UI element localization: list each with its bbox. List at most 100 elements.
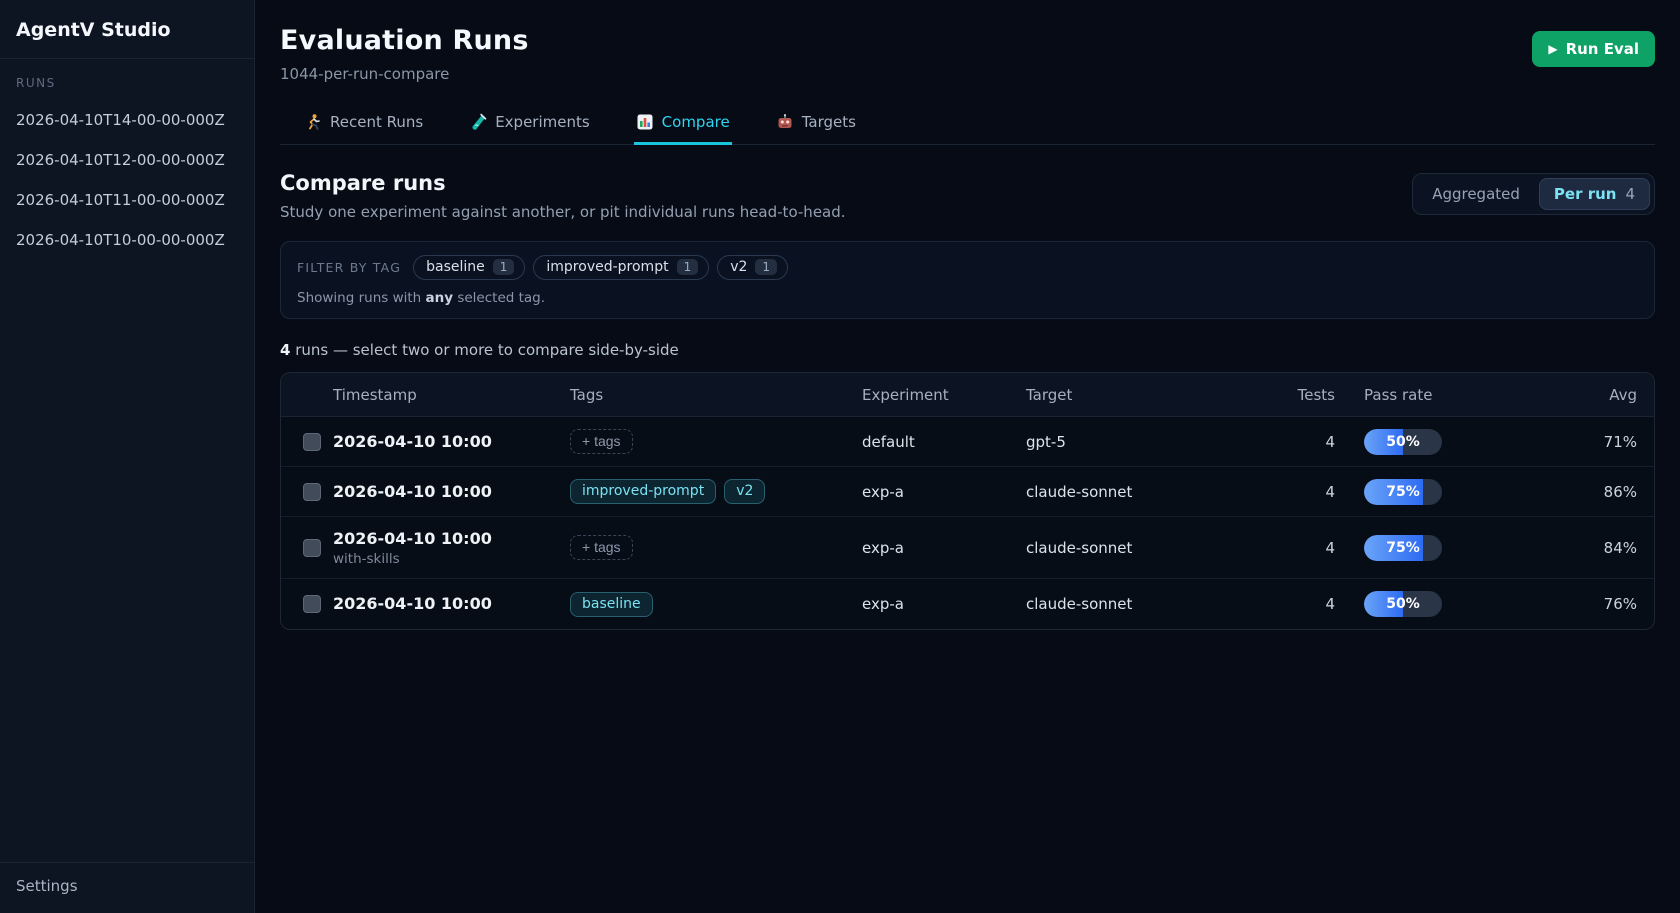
sidebar-run-item[interactable]: 2026-04-10T10-00-00-000Z <box>0 224 254 256</box>
sidebar-run-item[interactable]: 2026-04-10T12-00-00-000Z <box>0 144 254 176</box>
tests-cell: 4 <box>1251 529 1335 567</box>
tab-targets[interactable]: Targets <box>774 107 858 145</box>
pass-rate-value: 50% <box>1364 591 1442 617</box>
timestamp-cell: 2026-04-10 10:00 <box>333 584 570 624</box>
add-tags-button[interactable]: + tags <box>570 535 633 560</box>
filter-showing-note: Showing runs with any selected tag. <box>297 290 1638 306</box>
experiment-cell: exp-a <box>862 473 1026 511</box>
page-header: Evaluation Runs 1044-per-run-compare ▶ R… <box>280 25 1655 83</box>
table-row[interactable]: 2026-04-10 10:00baseline exp-aclaude-sonn… <box>281 579 1654 629</box>
row-checkbox-cell <box>281 423 333 461</box>
experiment-cell: exp-a <box>862 585 1026 623</box>
row-checkbox-cell <box>281 473 333 511</box>
tags-cell: + tags <box>570 525 862 570</box>
compare-titles: Compare runs Study one experiment agains… <box>280 171 846 221</box>
experiment-cell: exp-a <box>862 529 1026 567</box>
runs-table: Timestamp Tags Experiment Target Tests P… <box>280 372 1655 630</box>
pass-rate-pill: 50% <box>1364 591 1442 617</box>
toggle-aggregated[interactable]: Aggregated <box>1417 178 1535 210</box>
toggle-label: Aggregated <box>1432 185 1520 203</box>
column-header-tests: Tests <box>1251 386 1335 404</box>
filter-tag-chip[interactable]: baseline1 <box>413 255 525 280</box>
table-header-row: Timestamp Tags Experiment Target Tests P… <box>281 373 1654 417</box>
run-eval-button[interactable]: ▶ Run Eval <box>1532 31 1655 67</box>
sidebar-run-list: 2026-04-10T14-00-00-000Z 2026-04-10T12-00… <box>0 96 254 862</box>
row-checkbox-cell <box>281 529 333 567</box>
tab-label: Experiments <box>495 113 589 131</box>
runs-count: 4 <box>280 341 290 359</box>
tests-cell: 4 <box>1251 473 1335 511</box>
filter-tag-count-badge: 1 <box>677 259 699 275</box>
column-header-timestamp: Timestamp <box>333 386 570 404</box>
filter-tag-chip[interactable]: improved-prompt 1 <box>533 255 709 280</box>
pass-rate-value: 50% <box>1364 429 1442 455</box>
filter-tag-name: v2 <box>730 259 747 275</box>
filter-tag-name: improved-prompt <box>546 259 668 275</box>
row-checkbox-cell <box>281 585 333 623</box>
filter-row: FILTER BY TAG baseline1improved-prompt1v… <box>297 255 1638 280</box>
row-checkbox[interactable] <box>303 595 321 613</box>
showing-mode: any <box>426 290 454 306</box>
tab-label: Targets <box>802 113 856 131</box>
page-title: Evaluation Runs <box>280 25 529 56</box>
run-label: with-skills <box>333 551 570 567</box>
runs-summary-text: runs — select two or more to compare sid… <box>290 341 678 359</box>
sidebar-item-settings[interactable]: Settings <box>0 862 254 913</box>
page-subtitle: 1044-per-run-compare <box>280 65 529 83</box>
tag-chip[interactable]: baseline <box>570 592 653 617</box>
tag-chip[interactable]: v2 <box>724 479 765 504</box>
sidebar: AgentV Studio RUNS 2026-04-10T14-00-00-0… <box>0 0 255 913</box>
run-eval-label: Run Eval <box>1566 40 1639 58</box>
tag-chip[interactable]: improved-prompt <box>570 479 716 504</box>
compare-heading: Compare runs <box>280 171 846 195</box>
app-title: AgentV Studio <box>0 0 254 59</box>
sidebar-run-item[interactable]: 2026-04-10T14-00-00-000Z <box>0 104 254 136</box>
test-tube-icon <box>469 113 487 131</box>
tab-compare[interactable]: Compare <box>634 107 732 145</box>
column-header-avg: Avg <box>1526 386 1654 404</box>
pass-rate-value: 75% <box>1364 479 1442 505</box>
avg-cell: 71% <box>1526 423 1654 461</box>
filter-chip-list: baseline1 improved-prompt 1 v2 1 <box>413 255 788 280</box>
tags-cell: baseline <box>570 582 862 627</box>
tags-cell: improved-prompt v2 <box>570 469 862 514</box>
filter-tag-chip[interactable]: v2 1 <box>717 255 788 280</box>
toggle-per-run[interactable]: Per run 4 <box>1539 178 1650 210</box>
timestamp-cell: 2026-04-10 10:00 <box>333 422 570 462</box>
tab-bar: Recent Runs Experiments <box>280 107 1655 145</box>
sidebar-section-label: RUNS <box>0 59 254 96</box>
target-cell: claude-sonnet <box>1026 585 1251 623</box>
pass-rate-cell: 50% <box>1335 581 1526 627</box>
view-mode-toggle: Aggregated Per run 4 <box>1412 173 1655 215</box>
pass-rate-pill: 75% <box>1364 535 1442 561</box>
showing-suffix: selected tag. <box>453 290 545 306</box>
sidebar-run-item[interactable]: 2026-04-10T11-00-00-000Z <box>0 184 254 216</box>
column-header-pass-rate: Pass rate <box>1335 386 1526 404</box>
table-body: 2026-04-10 10:00+ tagsdefaultgpt-5450%71… <box>281 417 1654 629</box>
row-checkbox[interactable] <box>303 433 321 451</box>
runs-summary: 4 runs — select two or more to compare s… <box>280 341 1655 359</box>
tab-recent-runs[interactable]: Recent Runs <box>302 107 425 145</box>
table-row[interactable]: 2026-04-10 10:00with-skills+ tagsexp-acl… <box>281 517 1654 579</box>
row-checkbox[interactable] <box>303 483 321 501</box>
tests-cell: 4 <box>1251 423 1335 461</box>
pass-rate-cell: 50% <box>1335 419 1526 465</box>
avg-cell: 84% <box>1526 529 1654 567</box>
row-checkbox[interactable] <box>303 539 321 557</box>
table-row[interactable]: 2026-04-10 10:00+ tagsdefaultgpt-5450%71… <box>281 417 1654 467</box>
add-tags-button[interactable]: + tags <box>570 429 633 454</box>
target-cell: claude-sonnet <box>1026 529 1251 567</box>
column-header-target: Target <box>1026 386 1251 404</box>
pass-rate-pill: 75% <box>1364 479 1442 505</box>
runner-icon <box>304 113 322 131</box>
filter-label: FILTER BY TAG <box>297 260 401 275</box>
compare-section-header: Compare runs Study one experiment agains… <box>280 171 1655 221</box>
table-row[interactable]: 2026-04-10 10:00improved-promptv2exp-acl… <box>281 467 1654 517</box>
tab-experiments[interactable]: Experiments <box>467 107 591 145</box>
filter-tag-count-badge: 1 <box>755 259 777 275</box>
pass-rate-cell: 75% <box>1335 469 1526 515</box>
filter-card: FILTER BY TAG baseline1improved-prompt1v… <box>280 241 1655 319</box>
robot-icon <box>776 113 794 131</box>
compare-description: Study one experiment against another, or… <box>280 203 846 221</box>
column-header-tags: Tags <box>570 386 862 404</box>
